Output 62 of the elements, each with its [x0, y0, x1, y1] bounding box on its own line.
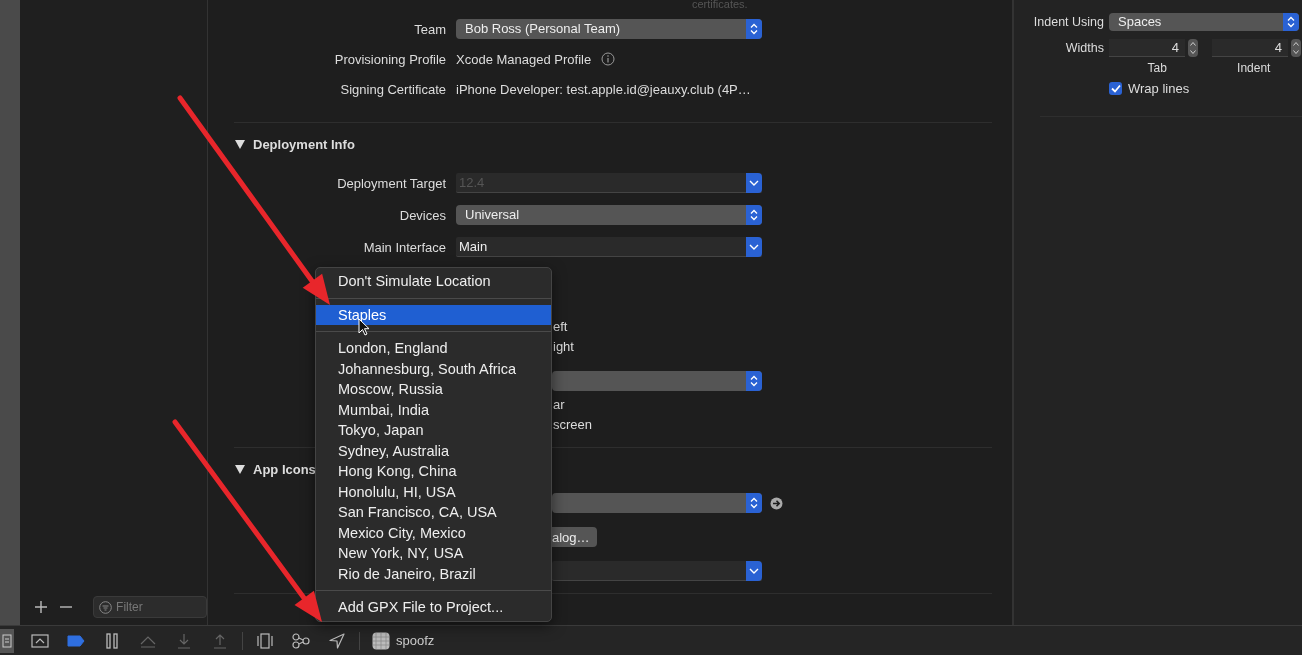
field-caption: Indent	[1236, 62, 1272, 76]
field-label: Widths	[1064, 41, 1104, 55]
field-label: Signing Certificate	[339, 81, 446, 97]
up-down-chevron-icon	[1287, 16, 1295, 28]
chevron-down-icon	[749, 244, 759, 250]
wrap-lines-checkbox[interactable]: Wrap lines	[1109, 80, 1190, 96]
field-label: Main Interface	[362, 239, 446, 255]
indent-width-field[interactable]: 4	[1212, 39, 1288, 57]
menu-item[interactable]: New York, NY, USA	[316, 543, 551, 564]
menu-item[interactable]: Moscow, Russia	[316, 379, 551, 400]
combo-box[interactable]: Main	[456, 237, 762, 257]
combo-box[interactable]	[552, 561, 762, 581]
field-value: iPhone Developer: test.apple.id@jeauxy.club (4P…	[456, 81, 752, 97]
arrow-circle-icon[interactable]	[770, 496, 783, 510]
chevron-down-icon	[749, 180, 759, 186]
section-title: App Icons	[253, 461, 316, 477]
filter-icon	[99, 600, 113, 614]
navigator-toggle-icon[interactable]	[0, 628, 14, 653]
obscured-text: ight	[553, 339, 574, 354]
up-down-chevron-icon	[750, 209, 758, 221]
menu-item[interactable]: Add GPX File to Project...	[316, 597, 551, 618]
menu-item[interactable]: Mumbai, India	[316, 399, 551, 420]
menu-item[interactable]: Johannesburg, South Africa	[316, 358, 551, 379]
tab-width-field[interactable]: 4	[1109, 39, 1185, 57]
checkmark-icon	[1110, 83, 1121, 93]
chevron-down-icon	[749, 568, 759, 574]
info-icon[interactable]	[601, 52, 616, 66]
field-caption: Tab	[1146, 62, 1168, 76]
scheme-name: spoofz	[396, 633, 435, 648]
menu-item[interactable]: Honolulu, HI, USA	[316, 481, 551, 502]
field-value: Xcode Managed Profile	[456, 51, 592, 67]
app-scheme[interactable]: spoofz	[372, 631, 435, 650]
obscured-text: ar	[553, 397, 565, 412]
indent-popup[interactable]: Spaces	[1109, 13, 1299, 31]
menu-item[interactable]: Mexico City, Mexico	[316, 522, 551, 543]
menu-item[interactable]: London, England	[316, 338, 551, 359]
field-label: Deployment Target	[336, 175, 446, 191]
field-label: Team	[413, 21, 446, 37]
stepper-icon[interactable]	[1188, 39, 1198, 57]
field-label: Indent Using	[1032, 15, 1104, 29]
filter-input[interactable]: Filter	[116, 600, 197, 614]
up-down-chevron-icon	[750, 375, 758, 387]
app-icon	[372, 631, 390, 650]
stepper-icon[interactable]	[1291, 39, 1301, 57]
menu-item[interactable]: Sydney, Australia	[316, 440, 551, 461]
disclosure-triangle-icon[interactable]	[235, 464, 245, 474]
menu-item[interactable]: Tokyo, Japan	[316, 420, 551, 441]
field-label: Provisioning Profile	[333, 51, 446, 67]
menu-item[interactable]: San Francisco, CA, USA	[316, 502, 551, 523]
menu-item[interactable]: Rio de Janeiro, Brazil	[316, 563, 551, 584]
team-popup[interactable]: Bob Ross (Personal Team)	[456, 19, 762, 39]
menu-item[interactable]: Hong Kong, China	[316, 461, 551, 482]
up-down-chevron-icon	[750, 23, 758, 35]
section-title: Deployment Info	[253, 136, 355, 152]
obscured-text: screen	[553, 417, 593, 432]
obscured-text: eft	[553, 319, 568, 334]
popup-button[interactable]: Universal	[456, 205, 762, 225]
up-down-chevron-icon	[750, 497, 758, 509]
field-label: Devices	[398, 207, 446, 223]
filter-field[interactable]: Filter	[93, 596, 207, 618]
disclosure-triangle-icon[interactable]	[235, 139, 245, 149]
menu-item[interactable]: Staples	[316, 304, 551, 325]
